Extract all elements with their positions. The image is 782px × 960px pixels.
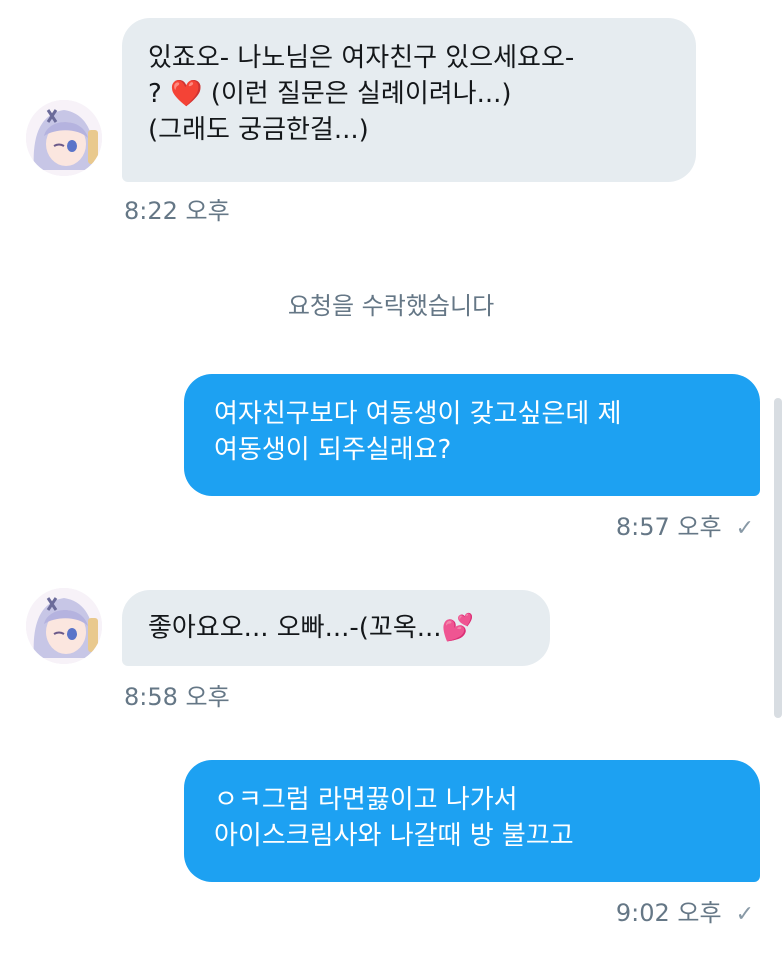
message-timestamp: 9:02 오후: [615, 899, 722, 927]
checkmark-icon: ✓: [735, 902, 754, 927]
message-bubble-outgoing[interactable]: ㅇㅋ그럼 라면끓이고 나가서 아이스크림사와 나갈때 방 불끄고: [184, 760, 760, 882]
message-timestamp: 8:57 오후: [615, 513, 722, 541]
message-timestamp: 8:58 오후: [124, 683, 230, 711]
scrollbar[interactable]: [774, 398, 782, 718]
message-text: 좋아요오... 오빠...-(꼬옥...💕: [148, 613, 474, 643]
message-bubble-incoming[interactable]: 좋아요오... 오빠...-(꼬옥...💕: [122, 590, 550, 666]
checkmark-icon: ✓: [735, 516, 754, 541]
message-bubble-outgoing[interactable]: 여자친구보다 여동생이 갖고싶은데 제 여동생이 되주실래요?: [184, 374, 760, 496]
system-message: 요청을 수락했습니다: [287, 292, 495, 320]
message-text: ㅇㅋ그럼 라면끓이고 나가서 아이스크림사와 나갈때 방 불끄고: [214, 785, 574, 851]
avatar-icon: [26, 588, 102, 664]
message-bubble-incoming[interactable]: 있죠오- 나노님은 여자친구 있으세요오- ? ❤️ (이런 질문은 실례이려나…: [122, 18, 696, 182]
avatar[interactable]: [26, 100, 102, 176]
message-timestamp: 8:22 오후: [124, 197, 230, 225]
message-text: 여자친구보다 여동생이 갖고싶은데 제 여동생이 되주실래요?: [214, 399, 622, 465]
message-timestamp-row: 8:57 오후 ✓: [616, 512, 754, 544]
avatar-icon: [26, 100, 102, 176]
message-timestamp-row: 9:02 오후 ✓: [616, 898, 754, 930]
message-text: 있죠오- 나노님은 여자친구 있으세요오- ? ❤️ (이런 질문은 실례이려나…: [148, 43, 575, 145]
avatar[interactable]: [26, 588, 102, 664]
